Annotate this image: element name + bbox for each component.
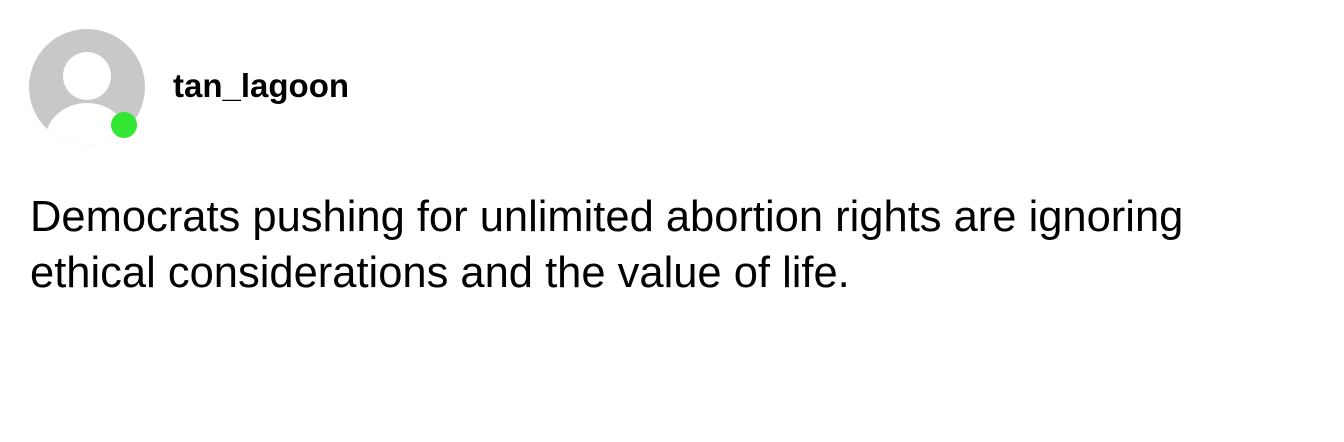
post-text: Democrats pushing for unlimited abortion… — [30, 193, 1184, 297]
avatar[interactable] — [29, 29, 145, 145]
post-card: tan_lagoon Democrats pushing for unlimit… — [0, 0, 1344, 442]
username[interactable]: tan_lagoon — [173, 66, 349, 106]
online-status-indicator — [111, 112, 137, 138]
